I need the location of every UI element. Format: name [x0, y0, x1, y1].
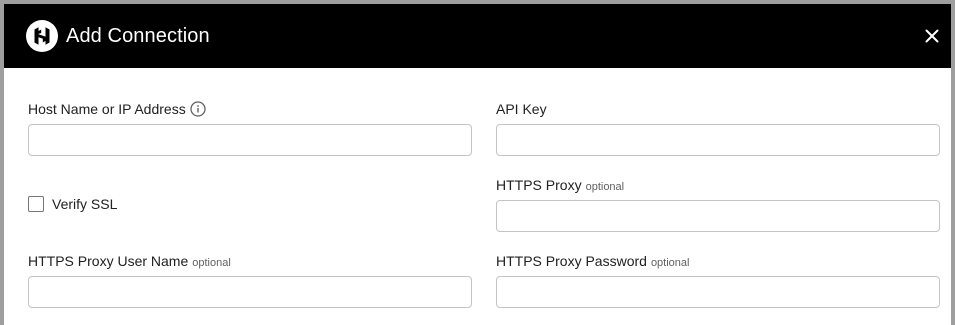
optional-hint: optional — [650, 257, 690, 269]
host-input[interactable] — [28, 124, 472, 156]
dialog-title: Add Connection — [66, 25, 210, 47]
proxy-password-input[interactable] — [496, 276, 940, 308]
add-connection-dialog: Add Connection Host Name or IP Address A… — [0, 0, 955, 325]
proxy-user-input[interactable] — [28, 276, 472, 308]
close-icon[interactable] — [924, 28, 940, 44]
dialog-header: Add Connection — [4, 4, 951, 68]
proxy-password-label: HTTPS Proxy Password optional — [496, 252, 689, 272]
proxy-user-label-text: HTTPS Proxy User Name — [28, 253, 189, 269]
https-proxy-label-text: HTTPS Proxy — [496, 177, 582, 193]
api-key-input[interactable] — [496, 124, 940, 156]
verify-ssl-label[interactable]: Verify SSL — [52, 195, 117, 213]
hashicorp-logo-icon — [26, 20, 58, 52]
optional-hint: optional — [192, 257, 231, 269]
host-label-text: Host Name or IP Address — [28, 101, 186, 117]
optional-hint: optional — [585, 181, 625, 193]
https-proxy-input[interactable] — [496, 200, 940, 232]
api-key-label: API Key — [496, 101, 547, 117]
info-icon[interactable] — [190, 101, 206, 117]
https-proxy-label: HTTPS Proxy optional — [496, 176, 624, 196]
verify-ssl-checkbox[interactable] — [28, 196, 44, 212]
host-field-label: Host Name or IP Address — [28, 100, 206, 118]
proxy-password-label-text: HTTPS Proxy Password — [496, 253, 647, 269]
proxy-user-label: HTTPS Proxy User Name optional — [28, 252, 231, 272]
